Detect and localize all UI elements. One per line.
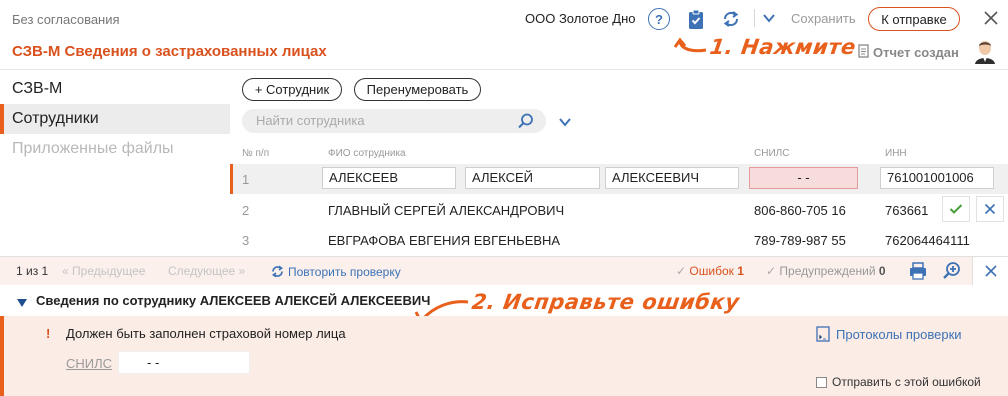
- errors-label: Ошибок: [689, 264, 734, 278]
- add-employee-button[interactable]: + Сотрудник: [242, 78, 342, 101]
- send-with-error-checkbox[interactable]: [816, 376, 827, 388]
- renumber-button[interactable]: Перенумеровать: [354, 78, 481, 101]
- protocols-label: Протоколы проверки: [836, 326, 962, 342]
- annotation-arrow-icon: [672, 36, 708, 56]
- prev-button[interactable]: « Предыдущее: [62, 264, 145, 278]
- prev-label: Предыдущее: [72, 264, 146, 278]
- report-status-label: Отчет создан: [873, 45, 959, 60]
- annotation-step1: 1. Нажмите: [708, 35, 858, 59]
- send-with-error-label: Отправить с этой ошибкой: [832, 375, 981, 389]
- collapse-triangle-icon[interactable]: [16, 296, 28, 307]
- recheck-label: Повторить проверку: [288, 264, 401, 279]
- middle-name-field[interactable]: АЛЕКСЕЕВИЧ: [605, 167, 739, 189]
- refresh-icon: [271, 265, 284, 278]
- search-input[interactable]: Найти сотрудника: [242, 109, 546, 133]
- table-row[interactable]: 3 ЕВГРАФОВА ЕВГЕНИЯ ЕВГЕНЬЕВНА 789-789-9…: [230, 225, 1008, 255]
- confirm-button[interactable]: [942, 196, 970, 222]
- first-name-field[interactable]: АЛЕКСЕЙ: [465, 167, 600, 189]
- next-button[interactable]: Следующее »: [168, 264, 245, 278]
- error-panel-body: ! Должен быть заполнен страховой номер л…: [0, 316, 1008, 396]
- check-report-icon[interactable]: [686, 8, 706, 30]
- error-icon: !: [46, 326, 51, 341]
- report-status: Отчет создан: [858, 44, 959, 61]
- search-icon[interactable]: [517, 112, 535, 130]
- double-chevron-left-icon: «: [62, 264, 69, 278]
- snils-cell: 789-789-987 55: [754, 233, 846, 248]
- last-name-field[interactable]: АЛЕКСЕЕВ: [322, 167, 456, 189]
- check-icon: ✓: [676, 264, 687, 278]
- row-number: 1: [242, 172, 250, 187]
- document-icon: [858, 44, 869, 61]
- selected-row-indicator: [230, 164, 233, 194]
- warnings-filter[interactable]: ✓ Предупреждений 0: [766, 264, 886, 278]
- help-icon[interactable]: ?: [648, 8, 670, 30]
- active-indicator: [0, 104, 4, 134]
- sidebar-item-attachments[interactable]: Приложенные файлы: [0, 134, 230, 164]
- snils-fix-input[interactable]: - -: [118, 351, 250, 374]
- validation-statusbar: 1 из 1 « Предыдущее Следующее » Повторит…: [0, 256, 1008, 285]
- chevron-down-icon[interactable]: [558, 116, 572, 128]
- row-number: 2: [242, 203, 250, 218]
- zoom-in-icon[interactable]: [942, 261, 962, 281]
- protocols-link[interactable]: Протоколы проверки: [816, 326, 962, 342]
- check-icon: [949, 204, 963, 214]
- column-header-inn: ИНН: [885, 148, 907, 159]
- close-icon[interactable]: [982, 9, 1000, 27]
- check-icon: ✓: [766, 264, 777, 278]
- cancel-button[interactable]: [976, 196, 1004, 222]
- fio-cell: ГЛАВНЫЙ СЕРГЕЙ АЛЕКСАНДРОВИЧ: [328, 203, 565, 218]
- close-panel-button[interactable]: [972, 257, 1008, 285]
- chevron-down-icon[interactable]: [762, 12, 776, 24]
- sidebar: СЗВ-М Сотрудники Приложенные файлы: [0, 70, 230, 252]
- refresh-icon[interactable]: [721, 9, 741, 29]
- sidebar-item-szvm[interactable]: СЗВ-М: [0, 74, 230, 104]
- column-header-fio: ФИО сотрудника: [328, 148, 406, 159]
- close-icon: [984, 203, 996, 215]
- send-button[interactable]: К отправке: [868, 7, 960, 31]
- double-chevron-right-icon: »: [238, 264, 246, 278]
- fio-cell: ЕВГРАФОВА ЕВГЕНИЯ ЕВГЕНЬЕВНА: [328, 233, 561, 248]
- warnings-label: Предупреждений: [779, 264, 876, 278]
- inn-field[interactable]: 761001001006: [880, 167, 994, 189]
- recheck-button[interactable]: Повторить проверку: [270, 264, 401, 279]
- next-label: Следующее: [168, 264, 236, 278]
- snils-field[interactable]: - -: [749, 167, 858, 189]
- send-with-error-option[interactable]: Отправить с этой ошибкой: [816, 375, 981, 389]
- table-row[interactable]: 1 АЛЕКСЕЕВ АЛЕКСЕЙ АЛЕКСЕЕВИЧ - - 761001…: [230, 164, 1008, 194]
- sidebar-item-employees[interactable]: Сотрудники: [0, 104, 230, 134]
- errors-count: 1: [737, 264, 744, 278]
- page-title: СЗВ-М Сведения о застрахованных лицах: [12, 43, 327, 60]
- row-number: 3: [242, 233, 250, 248]
- avatar[interactable]: [974, 40, 996, 64]
- sidebar-item-label: Сотрудники: [12, 110, 99, 127]
- column-header-num: № п/п: [242, 148, 270, 159]
- print-icon[interactable]: [908, 262, 928, 280]
- org-name[interactable]: ООО Золотое Дно: [525, 11, 636, 26]
- error-indicator-bar: [0, 316, 4, 396]
- save-button[interactable]: Сохранить: [791, 11, 856, 26]
- warnings-count: 0: [878, 264, 886, 278]
- annotation-step2: 2. Исправьте ошибку: [470, 290, 742, 314]
- close-icon: [984, 265, 997, 277]
- error-message: Должен быть заполнен страховой номер лиц…: [66, 326, 346, 341]
- header-divider: [754, 9, 755, 27]
- approval-status: Без согласования: [12, 12, 120, 27]
- inn-cell: 762064464111: [885, 233, 970, 248]
- error-panel-title: Сведения по сотруднику АЛЕКСЕЕВ АЛЕКСЕЙ …: [36, 293, 431, 308]
- page-counter: 1 из 1: [16, 264, 49, 278]
- snils-cell: 806-860-705 16: [754, 203, 846, 218]
- column-header-snils: СНИЛС: [754, 148, 790, 159]
- table-row[interactable]: 2 ГЛАВНЫЙ СЕРГЕЙ АЛЕКСАНДРОВИЧ 806-860-7…: [230, 195, 1008, 225]
- errors-filter[interactable]: ✓ Ошибок 1: [676, 264, 744, 278]
- snils-field-label[interactable]: СНИЛС: [66, 356, 112, 371]
- inn-cell: 763661: [885, 203, 929, 218]
- xml-document-icon: [816, 326, 830, 342]
